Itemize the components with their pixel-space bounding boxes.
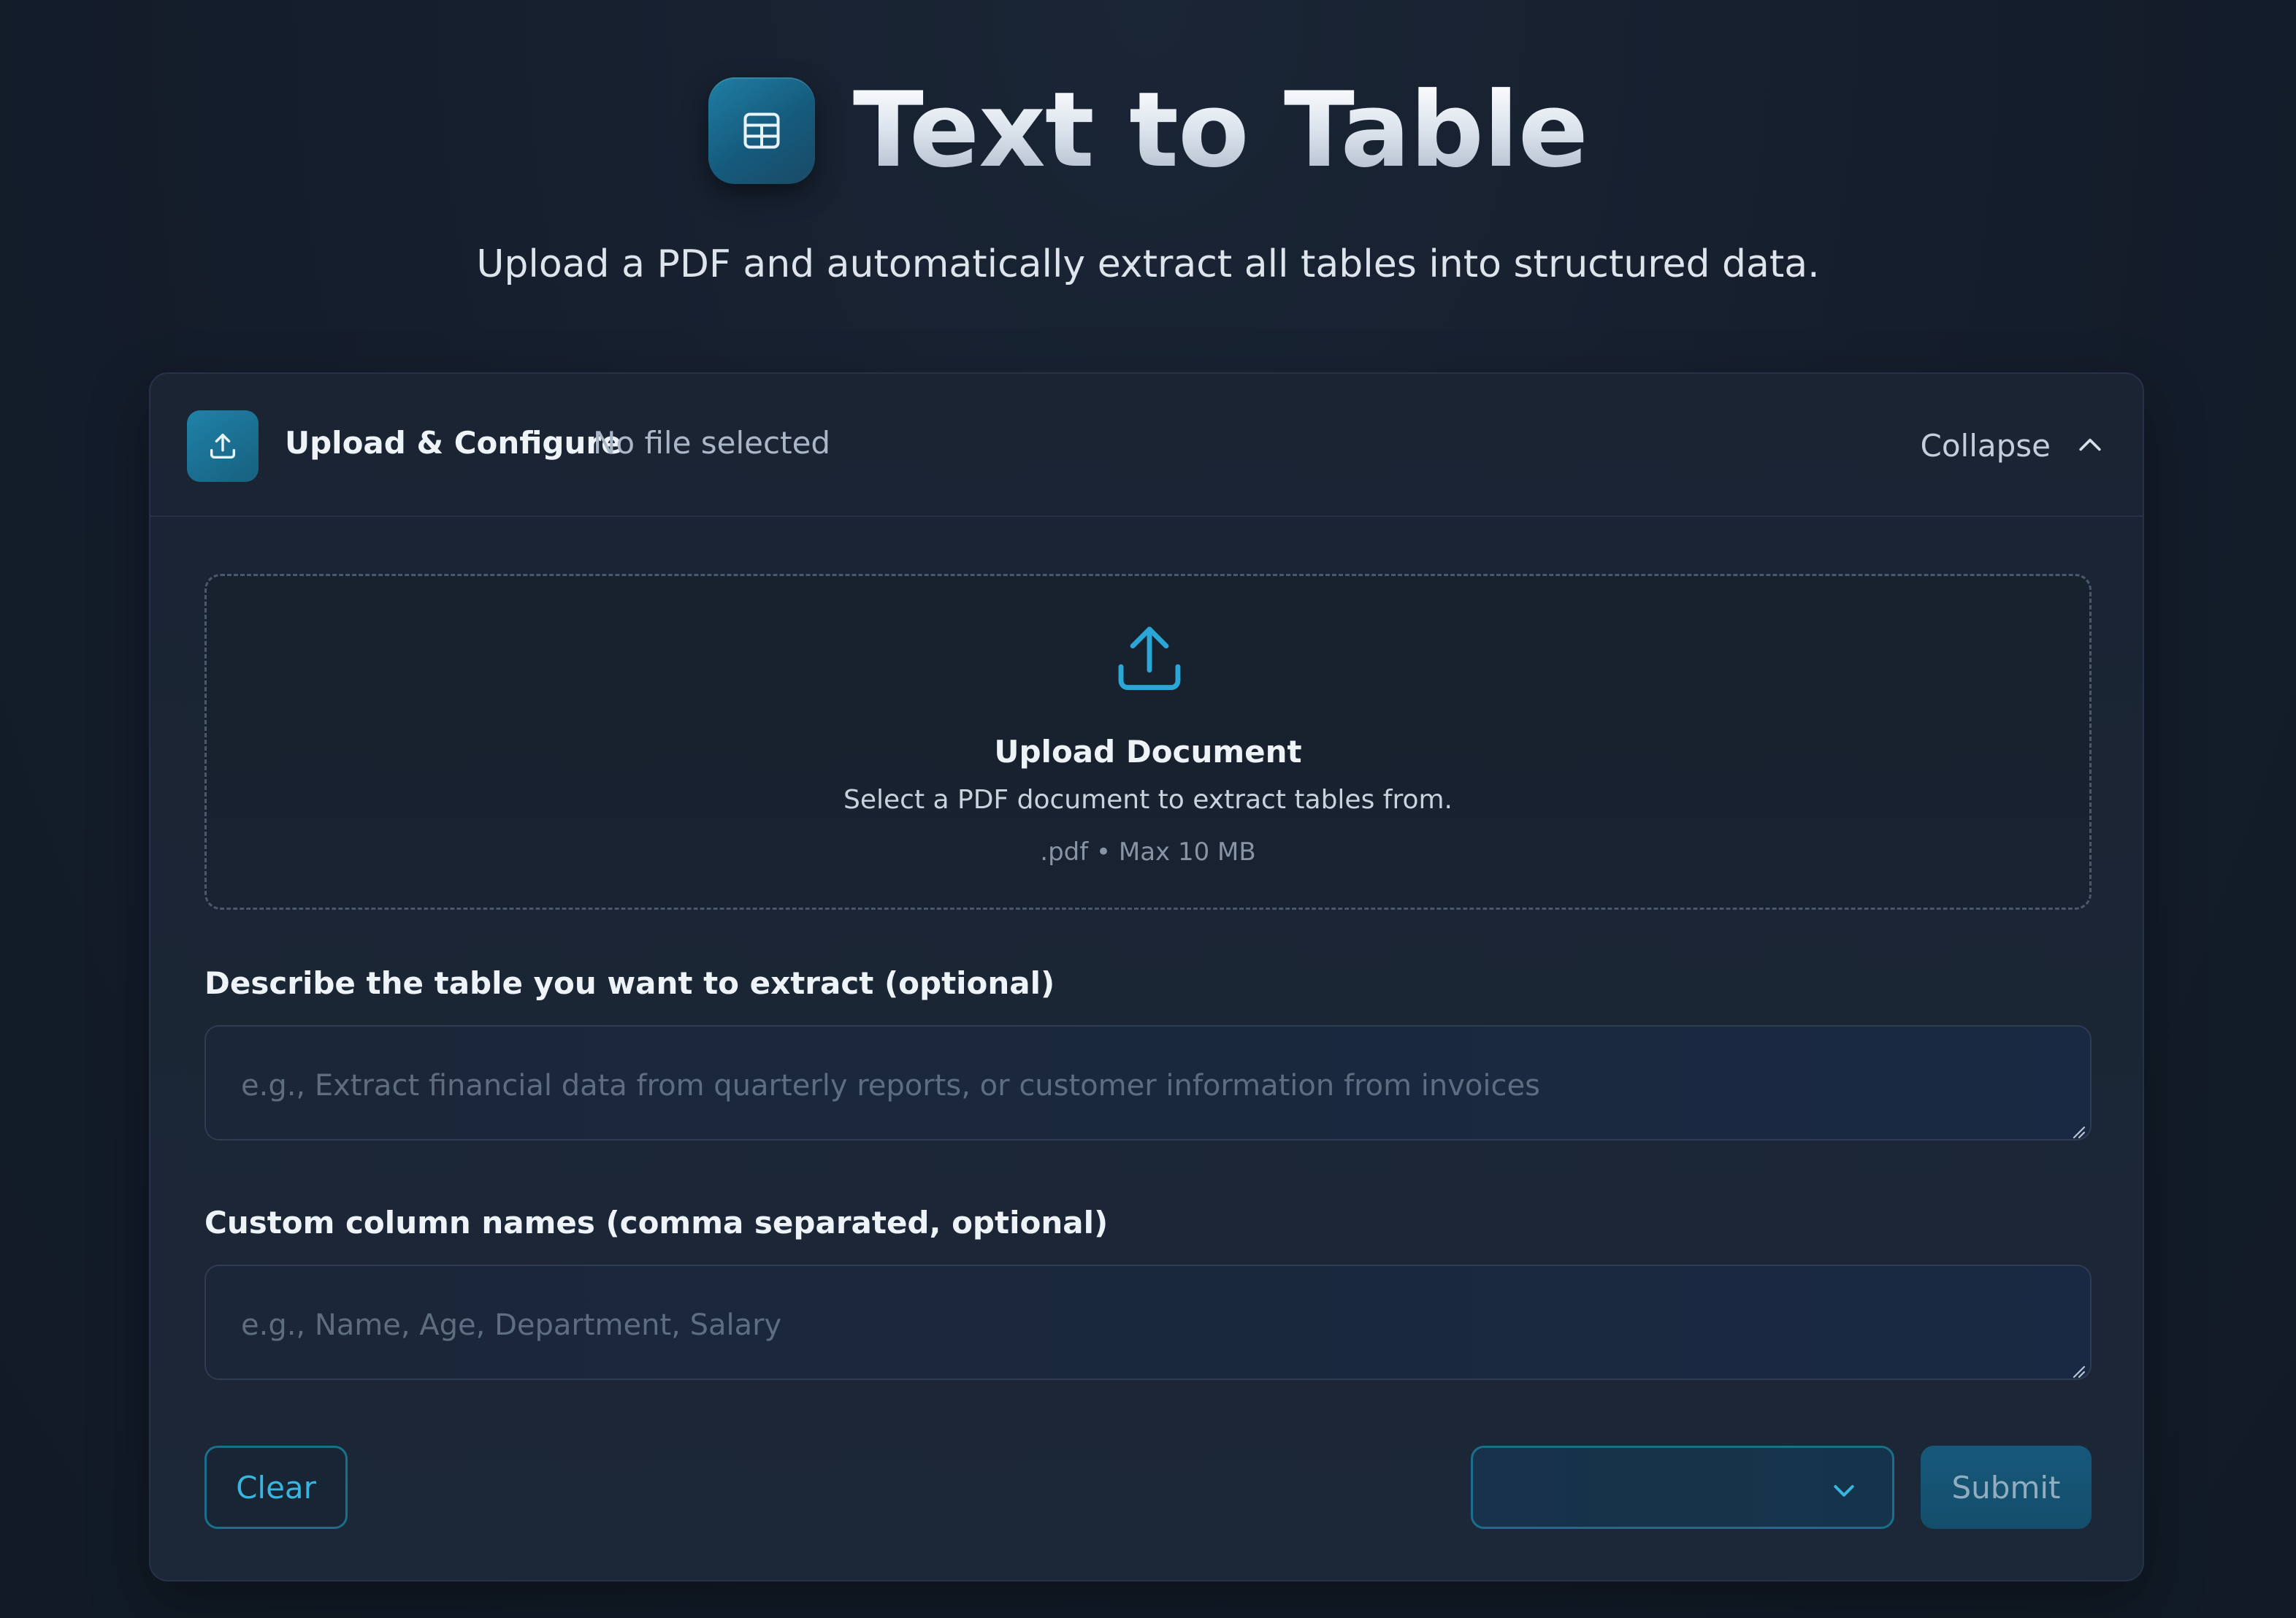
dropzone-hint: .pdf • Max 10 MB xyxy=(1040,837,1256,867)
upload-icon xyxy=(210,433,236,459)
description-label: Describe the table you want to extract (… xyxy=(204,965,1055,1001)
resize-handle-icon[interactable] xyxy=(2070,1362,2086,1379)
dropzone-description: Select a PDF document to extract tables … xyxy=(843,785,1453,815)
panel-header: Upload & Configure No file selected Coll… xyxy=(150,374,2143,517)
dropzone-icon xyxy=(1109,620,1190,703)
app-logo xyxy=(708,77,815,184)
chevron-up-icon xyxy=(2079,438,2101,451)
title-row: Text to Table xyxy=(0,77,2296,184)
collapse-button[interactable]: Collapse xyxy=(1921,419,2106,472)
submit-button[interactable]: Submit xyxy=(1921,1446,2092,1529)
resize-handle-icon[interactable] xyxy=(2070,1123,2086,1139)
upload-configure-panel: Upload & Configure No file selected Coll… xyxy=(149,372,2144,1581)
app-title: Text to Table xyxy=(852,70,1588,191)
file-status: No file selected xyxy=(593,425,831,461)
model-select[interactable] xyxy=(1471,1446,1894,1529)
columns-label: Custom column names (comma separated, op… xyxy=(204,1205,1109,1241)
chevron-down-icon xyxy=(1834,1485,1854,1497)
table-grid-icon xyxy=(743,112,780,149)
upload-dropzone[interactable]: Upload Document Select a PDF document to… xyxy=(204,574,2092,910)
description-input[interactable] xyxy=(204,1025,2092,1140)
app-header: Text to Table Upload a PDF and automatic… xyxy=(0,0,2296,336)
columns-input[interactable] xyxy=(204,1265,2092,1380)
collapse-label: Collapse xyxy=(1920,427,2051,464)
panel-icon xyxy=(187,410,259,482)
upload-icon xyxy=(1118,626,1181,691)
clear-button[interactable]: Clear xyxy=(204,1446,348,1529)
panel-title: Upload & Configure xyxy=(285,425,622,461)
app-subtitle: Upload a PDF and automatically extract a… xyxy=(476,242,1820,286)
dropzone-title: Upload Document xyxy=(994,734,1302,770)
